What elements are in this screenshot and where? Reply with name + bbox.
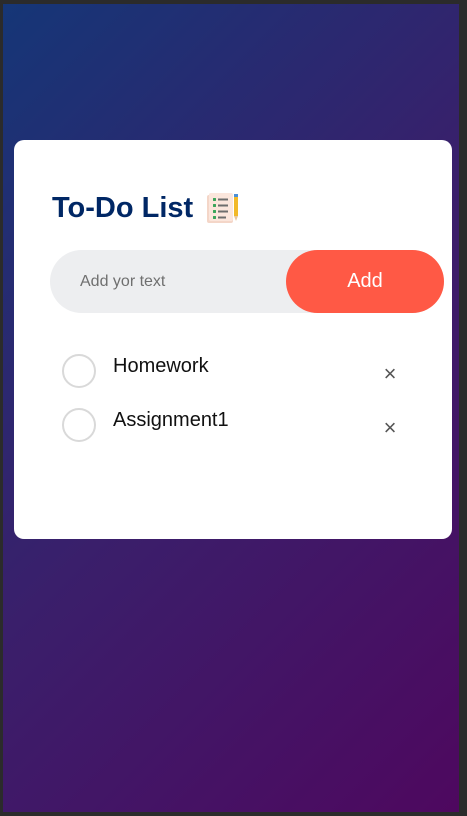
todo-card: To-Do List Add yor text Add Homework × A…: [14, 140, 452, 539]
checklist-notepad-icon: [207, 193, 239, 223]
task-input[interactable]: [80, 250, 280, 313]
app-background: To-Do List Add yor text Add Homework × A…: [3, 4, 459, 812]
task-label[interactable]: Assignment1: [113, 408, 229, 432]
unchecked-circle-icon[interactable]: [62, 408, 96, 442]
title-row: To-Do List: [52, 190, 241, 226]
task-item[interactable]: Homework ×: [14, 348, 452, 402]
unchecked-circle-icon[interactable]: [62, 354, 96, 388]
add-button[interactable]: Add: [286, 250, 444, 313]
close-icon[interactable]: ×: [378, 416, 402, 440]
close-icon[interactable]: ×: [378, 362, 402, 386]
page-title: To-Do List: [52, 192, 194, 224]
task-label[interactable]: Homework: [113, 354, 209, 378]
input-row: Add: [50, 250, 444, 313]
task-list: Homework × Assignment1 ×: [14, 348, 452, 456]
task-item[interactable]: Assignment1 ×: [14, 402, 452, 456]
